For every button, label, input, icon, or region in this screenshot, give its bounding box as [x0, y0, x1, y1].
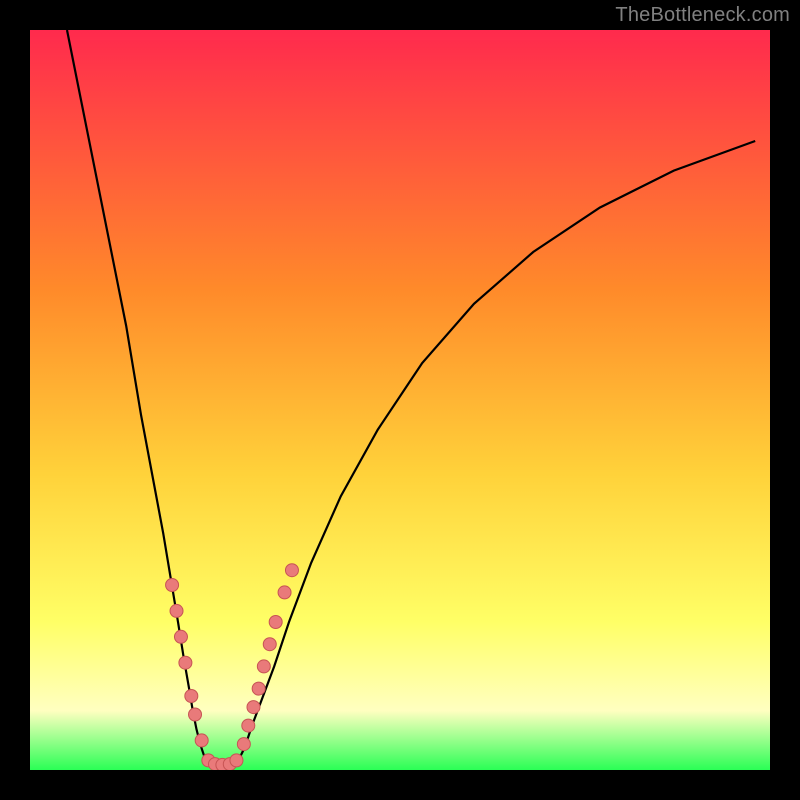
data-marker	[242, 719, 255, 732]
data-marker	[252, 682, 265, 695]
data-marker	[263, 638, 276, 651]
data-marker	[247, 701, 260, 714]
data-marker	[269, 616, 282, 629]
data-marker	[185, 690, 198, 703]
data-marker	[195, 734, 208, 747]
data-marker	[278, 586, 291, 599]
chart-svg	[30, 30, 770, 770]
data-marker	[237, 738, 250, 751]
data-marker	[189, 708, 202, 721]
data-marker	[166, 579, 179, 592]
gradient-background	[30, 30, 770, 770]
watermark-text: TheBottleneck.com	[615, 4, 790, 27]
data-marker	[285, 564, 298, 577]
data-marker	[170, 604, 183, 617]
data-marker	[230, 754, 243, 767]
plot-area	[30, 30, 770, 770]
data-marker	[174, 630, 187, 643]
data-marker	[257, 660, 270, 673]
outer-frame: TheBottleneck.com	[0, 0, 800, 800]
data-marker	[179, 656, 192, 669]
